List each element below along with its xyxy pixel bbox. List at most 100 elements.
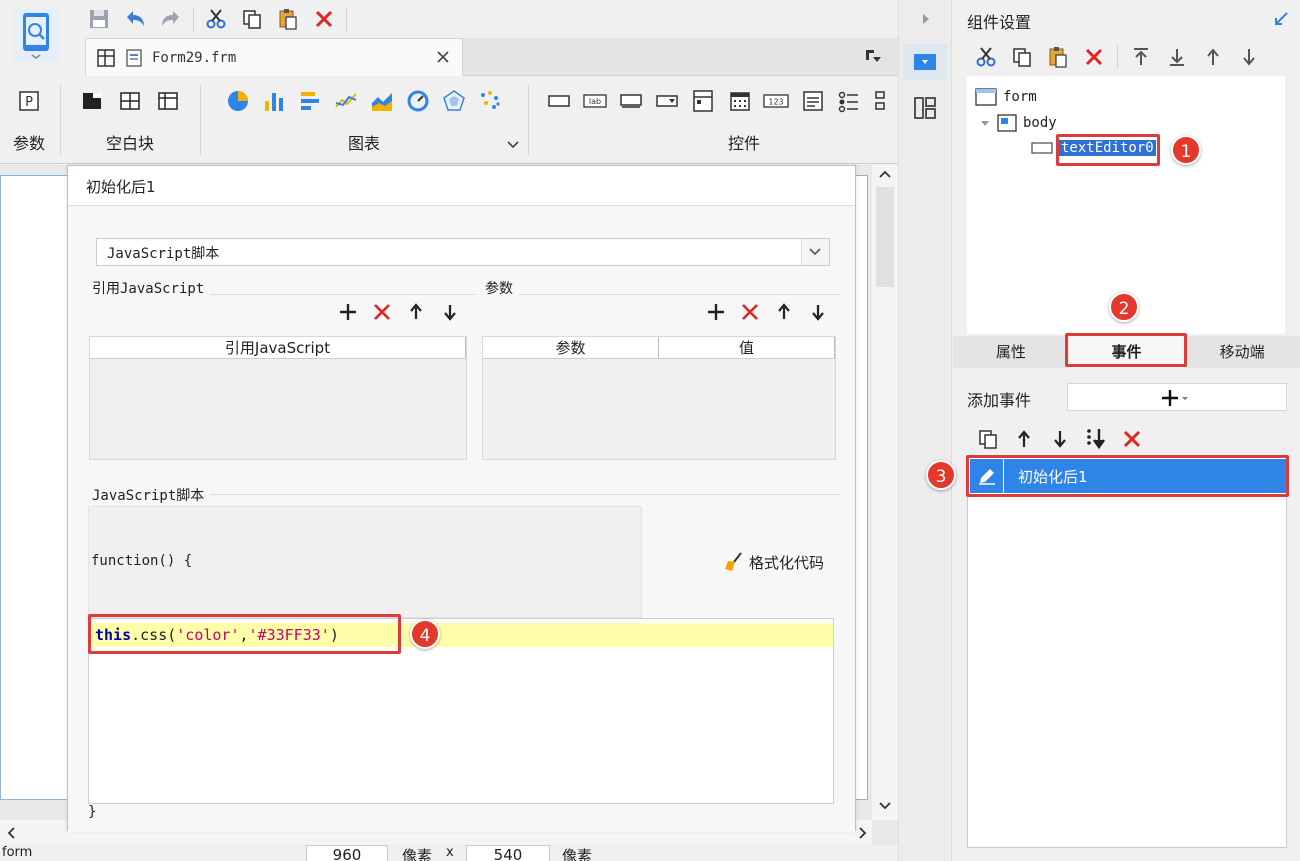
component-settings-toggle[interactable] xyxy=(903,44,947,80)
gauge-chart-icon[interactable] xyxy=(405,88,431,114)
canvas-height-input[interactable]: 540 xyxy=(466,845,550,861)
toolbar-separator xyxy=(346,7,347,31)
bar-chart-icon[interactable] xyxy=(261,88,287,114)
panel-title: 组件设置 xyxy=(967,13,1032,32)
paste-icon[interactable] xyxy=(1045,44,1071,70)
paste-icon[interactable] xyxy=(274,5,302,33)
grid-block-icon[interactable] xyxy=(155,88,181,114)
format-code-button[interactable]: 格式化代码 xyxy=(723,551,824,573)
delete-icon[interactable] xyxy=(1119,426,1145,452)
document-tab[interactable]: Form29.frm xyxy=(85,38,463,76)
copy-icon[interactable] xyxy=(975,426,1001,452)
params-section-label: 参数 xyxy=(485,278,519,298)
side-strip xyxy=(898,0,952,861)
tree-control-icon[interactable] xyxy=(873,88,898,114)
chevron-down-icon[interactable] xyxy=(506,140,520,150)
vertical-scrollbar[interactable] xyxy=(872,165,898,820)
tree-node-form[interactable]: form xyxy=(975,88,1037,106)
vertical-scroll-thumb[interactable] xyxy=(876,187,894,287)
ribbon-separator xyxy=(60,84,61,156)
app-preview-icon[interactable] xyxy=(13,8,59,62)
move-down-icon[interactable] xyxy=(438,300,462,324)
number-control-icon[interactable]: 123 xyxy=(763,88,789,114)
button-control-icon[interactable] xyxy=(618,88,643,114)
status-bar: form 960 像素 x 540 像素 xyxy=(0,845,900,861)
checkbox-group-control-icon[interactable] xyxy=(837,88,862,114)
add-icon[interactable] xyxy=(704,300,728,324)
add-event-label: 添加事件 xyxy=(967,391,1032,410)
cut-icon[interactable] xyxy=(973,44,999,70)
label-control-icon-text: lab xyxy=(589,97,601,106)
ref-js-table[interactable]: 引用JavaScript xyxy=(89,336,467,460)
event-type-select[interactable]: JavaScript脚本 xyxy=(96,238,830,266)
move-up-icon[interactable] xyxy=(1200,44,1226,70)
tab-list-dropdown-icon[interactable] xyxy=(864,48,884,66)
collapse-arrow-icon[interactable] xyxy=(920,12,932,26)
scroll-up-icon[interactable] xyxy=(878,169,892,179)
label-control-icon[interactable]: lab xyxy=(582,88,607,114)
copy-icon[interactable] xyxy=(238,5,266,33)
close-tab-icon[interactable] xyxy=(434,48,452,66)
move-to-top-icon[interactable] xyxy=(1128,44,1154,70)
times-label: x xyxy=(446,845,454,860)
section-divider xyxy=(488,294,840,295)
delete-icon[interactable] xyxy=(310,5,338,33)
step-badge: 4 xyxy=(410,619,440,649)
copy-icon[interactable] xyxy=(1009,44,1035,70)
grid-layout-icon[interactable] xyxy=(96,48,116,68)
parameter-block-icon[interactable]: P xyxy=(16,88,42,114)
radar-chart-icon[interactable] xyxy=(441,88,467,114)
date-control-icon[interactable] xyxy=(727,88,752,114)
scatter-chart-icon[interactable] xyxy=(477,88,503,114)
add-dropdown-icon xyxy=(1160,388,1194,408)
add-icon[interactable] xyxy=(336,300,360,324)
function-head: function() { xyxy=(91,553,193,569)
line-chart-icon[interactable] xyxy=(333,88,359,114)
move-up-icon[interactable] xyxy=(1011,426,1037,452)
text-area-control-icon[interactable] xyxy=(800,88,825,114)
tree-node-body[interactable]: body xyxy=(979,114,1057,132)
step-badge: 2 xyxy=(1109,292,1139,322)
move-up-icon[interactable] xyxy=(772,300,796,324)
absolute-block-icon[interactable] xyxy=(79,88,105,114)
move-down-icon[interactable] xyxy=(1236,44,1262,70)
cut-icon[interactable] xyxy=(202,5,230,33)
tab-block-icon[interactable] xyxy=(117,88,143,114)
layout-panel-icon[interactable] xyxy=(913,96,937,120)
scroll-left-icon[interactable] xyxy=(6,826,16,840)
delete-icon[interactable] xyxy=(370,300,394,324)
move-to-bottom-icon[interactable] xyxy=(1083,426,1109,452)
delete-icon[interactable] xyxy=(1081,44,1107,70)
scroll-right-icon[interactable] xyxy=(858,826,868,840)
top-toolbar-area: Form29.frm P 参数 空白块 图表 lab 123 控件 xyxy=(0,0,898,165)
quick-access-toolbar xyxy=(85,4,347,34)
radio-group-control-icon[interactable] xyxy=(691,88,716,114)
horizontal-bar-chart-icon[interactable] xyxy=(297,88,323,114)
add-event-button[interactable] xyxy=(1067,383,1287,411)
ribbon-separator xyxy=(200,84,201,156)
move-down-icon[interactable] xyxy=(1047,426,1073,452)
area-chart-icon[interactable] xyxy=(369,88,395,114)
component-settings-panel: 组件设置 form body textEditor0 1 2 属性 事件 移动端… xyxy=(926,0,1300,861)
component-toolbar xyxy=(973,44,1262,70)
scroll-down-icon[interactable] xyxy=(878,801,892,811)
tab-properties[interactable]: 属性 xyxy=(953,336,1069,368)
event-toolbar xyxy=(975,426,1145,452)
undo-icon[interactable] xyxy=(121,5,149,33)
dropdown-control-icon[interactable] xyxy=(655,88,680,114)
redo-icon[interactable] xyxy=(157,5,185,33)
expand-arrow-icon[interactable] xyxy=(979,117,991,129)
canvas-width-input[interactable]: 960 xyxy=(306,845,388,861)
broom-icon xyxy=(723,551,745,573)
text-box-control-icon[interactable] xyxy=(546,88,571,114)
save-icon[interactable] xyxy=(85,5,113,33)
delete-icon[interactable] xyxy=(738,300,762,324)
move-up-icon[interactable] xyxy=(404,300,428,324)
chevron-down-icon[interactable] xyxy=(801,239,829,265)
move-down-icon[interactable] xyxy=(806,300,830,324)
move-to-bottom-icon[interactable] xyxy=(1164,44,1190,70)
tab-mobile[interactable]: 移动端 xyxy=(1184,336,1300,368)
dock-arrow-icon[interactable] xyxy=(1272,10,1290,28)
params-table[interactable]: 参数 值 xyxy=(482,336,836,460)
pie-chart-icon[interactable] xyxy=(225,88,251,114)
